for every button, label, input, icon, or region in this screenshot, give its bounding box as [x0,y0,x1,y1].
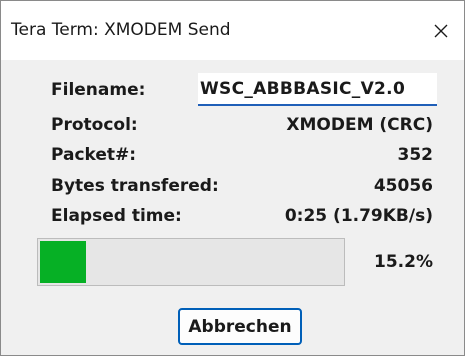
title-bar[interactable]: Tera Term: XMODEM Send [1,1,464,60]
window-title: Tera Term: XMODEM Send [11,20,231,40]
filename-label: Filename: [51,80,146,100]
packet-label: Packet#: [51,145,137,165]
progress-percent: 15.2% [374,252,433,272]
elapsed-label: Elapsed time: [51,206,182,226]
elapsed-value: 0:25 (1.79KB/s) [284,206,433,226]
bytes-value: 45056 [373,176,433,196]
packet-row: Packet#: 352 [51,141,433,169]
protocol-value: XMODEM (CRC) [286,115,433,135]
filename-field[interactable] [198,73,437,106]
protocol-row: Protocol: XMODEM (CRC) [51,111,433,139]
progress-fill [40,241,86,283]
filename-input[interactable] [198,73,437,104]
xmodem-send-dialog: Tera Term: XMODEM Send Filename: Protoco… [0,0,465,356]
close-icon [434,24,448,37]
protocol-label: Protocol: [51,115,138,135]
packet-value: 352 [397,145,434,165]
bytes-row: Bytes transfered: 45056 [51,172,433,200]
elapsed-row: Elapsed time: 0:25 (1.79KB/s) [51,202,433,230]
bytes-label: Bytes transfered: [51,176,219,196]
transfer-progress-bar [37,238,345,286]
close-button[interactable] [418,1,464,60]
cancel-button[interactable]: Abbrechen [178,308,302,345]
